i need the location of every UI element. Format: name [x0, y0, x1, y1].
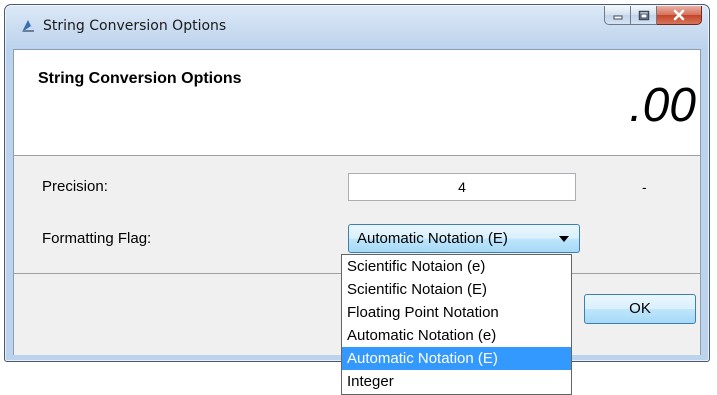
- formatting-flag-value: Automatic Notation (E): [357, 230, 508, 247]
- maximize-icon: [638, 10, 649, 20]
- caption-buttons: [604, 6, 702, 25]
- formatting-flag-dropdown: Scientific Notaion (e) Scientific Notaio…: [341, 254, 572, 395]
- minimize-icon: [613, 15, 622, 20]
- precision-suffix: -: [642, 179, 647, 195]
- dropdown-option-floating-point[interactable]: Floating Point Notation: [342, 301, 571, 324]
- dropdown-option-scientific-upper[interactable]: Scientific Notaion (E): [342, 278, 571, 301]
- window-title: String Conversion Options: [43, 18, 227, 34]
- ok-button[interactable]: OK: [584, 294, 696, 324]
- dropdown-option-automatic-lower[interactable]: Automatic Notation (e): [342, 324, 571, 347]
- dropdown-option-scientific-lower[interactable]: Scientific Notaion (e): [342, 255, 571, 278]
- title-bar[interactable]: String Conversion Options: [5, 5, 709, 49]
- header-panel: String Conversion Options .00: [14, 50, 700, 156]
- dropdown-option-automatic-upper[interactable]: Automatic Notation (E): [342, 347, 571, 370]
- chevron-down-icon: [559, 236, 569, 242]
- formatting-flag-select[interactable]: Automatic Notation (E): [348, 224, 580, 253]
- precision-label: Precision:: [42, 178, 108, 195]
- maximize-button[interactable]: [631, 6, 657, 25]
- formatting-flag-label: Formatting Flag:: [42, 230, 152, 247]
- precision-input[interactable]: 4: [348, 173, 576, 201]
- page-title: String Conversion Options: [38, 70, 242, 87]
- dropdown-option-integer[interactable]: Integer: [342, 370, 571, 393]
- minimize-button[interactable]: [604, 6, 631, 25]
- close-button[interactable]: [657, 6, 702, 25]
- close-icon: [673, 9, 685, 21]
- decimal-glyph: .00: [629, 79, 696, 132]
- app-icon: [22, 20, 34, 32]
